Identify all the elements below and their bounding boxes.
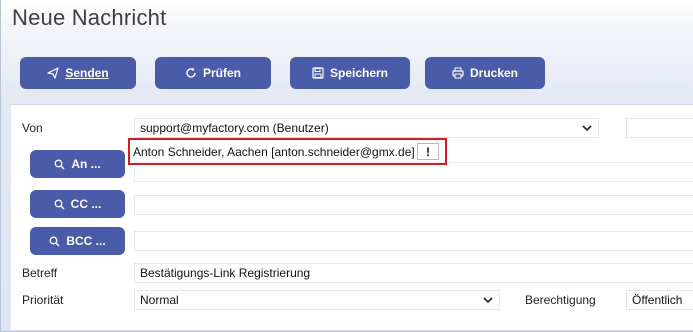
search-icon: [49, 236, 60, 246]
subject-label: Betreff: [22, 266, 58, 280]
bcc-button[interactable]: BCC ...: [30, 227, 125, 255]
permission-value: Öffentlich: [632, 293, 683, 307]
chevron-down-icon: [483, 297, 493, 304]
to-recipient[interactable]: Anton Schneider, Aachen [anton.schneider…: [133, 145, 415, 159]
send-icon: [47, 67, 59, 79]
from-select[interactable]: support@myfactory.com (Benutzer): [134, 118, 599, 138]
check-label: Prüfen: [202, 66, 241, 80]
check-button[interactable]: Prüfen: [155, 57, 271, 89]
save-icon: [312, 67, 324, 79]
recipient-warning-button[interactable]: !: [417, 143, 439, 160]
bcc-button-label: BCC ...: [66, 234, 106, 248]
permission-label: Berechtigung: [525, 293, 596, 307]
from-value: support@myfactory.com (Benutzer): [140, 121, 329, 135]
message-window: Neue Nachricht Senden Prüfen Speichern D…: [0, 0, 693, 332]
search-icon: [54, 159, 65, 169]
search-icon: [54, 199, 65, 209]
send-label: Senden: [65, 66, 109, 80]
subject-value: Bestätigungs-Link Registrierung: [140, 266, 311, 280]
refresh-icon: [185, 67, 197, 79]
cc-button[interactable]: CC ...: [30, 190, 125, 218]
permission-select[interactable]: Öffentlich: [626, 290, 693, 310]
bcc-input[interactable]: [134, 231, 693, 251]
page-title: Neue Nachricht: [12, 5, 167, 30]
save-button[interactable]: Speichern: [290, 57, 410, 89]
printer-icon: [452, 67, 464, 79]
from-extra-field[interactable]: [626, 118, 693, 138]
chevron-down-icon: [582, 125, 592, 132]
to-button-label: An ...: [71, 157, 101, 171]
subject-input[interactable]: Bestätigungs-Link Registrierung: [134, 263, 693, 283]
to-button[interactable]: An ...: [30, 150, 125, 178]
to-input[interactable]: [134, 162, 693, 182]
cc-input[interactable]: [134, 195, 693, 215]
priority-select[interactable]: Normal: [134, 290, 500, 310]
from-label: Von: [22, 121, 43, 135]
priority-value: Normal: [140, 293, 179, 307]
print-label: Drucken: [469, 66, 519, 80]
send-button[interactable]: Senden: [20, 57, 136, 89]
print-button[interactable]: Drucken: [425, 57, 545, 89]
save-label: Speichern: [329, 66, 389, 80]
cc-button-label: CC ...: [70, 197, 102, 211]
priority-label: Priorität: [22, 293, 64, 307]
